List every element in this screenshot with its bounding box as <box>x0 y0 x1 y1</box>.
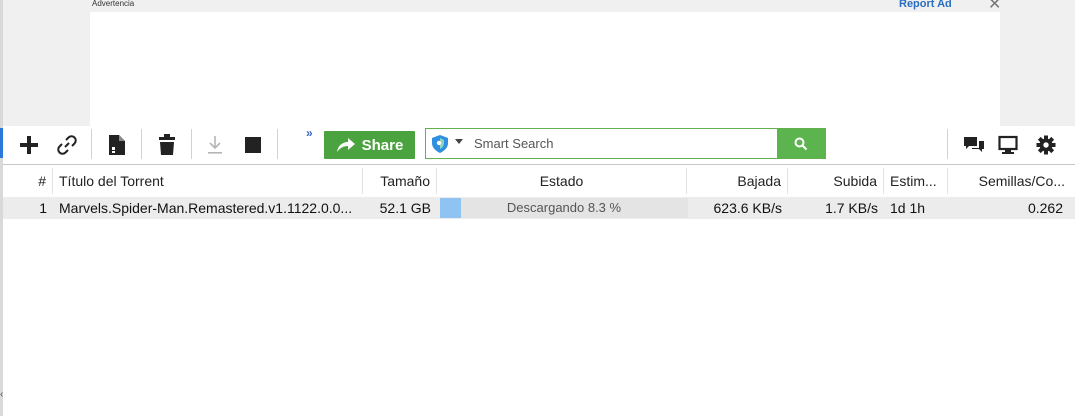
stop-button[interactable] <box>239 132 267 158</box>
settings-button[interactable] <box>1033 132 1059 158</box>
delete-button[interactable] <box>153 132 181 158</box>
share-button[interactable]: Share <box>324 131 415 159</box>
smart-search-box[interactable] <box>425 128 826 159</box>
toolbar-separator <box>141 129 142 159</box>
toolbar-separator <box>191 129 192 159</box>
monitor-icon <box>998 135 1018 154</box>
add-link-button[interactable] <box>53 132 81 158</box>
row-eta: 1d 1h <box>890 200 926 216</box>
chevron-down-icon[interactable] <box>455 139 463 144</box>
toolbar: » Share <box>3 126 1075 165</box>
row-index: 1 <box>39 200 47 216</box>
column-header-status[interactable]: Estado <box>437 168 687 194</box>
column-header-upload[interactable]: Subida <box>788 168 884 194</box>
progress-bar: Descargando 8.3 % <box>440 198 688 218</box>
download-icon <box>208 136 222 154</box>
column-header-size[interactable]: Tamaño <box>363 168 437 194</box>
remote-button[interactable] <box>995 132 1021 158</box>
trash-icon <box>159 134 175 155</box>
column-header-download[interactable]: Bajada <box>687 168 788 194</box>
more-icon[interactable]: » <box>306 126 313 140</box>
row-name: Marvels.Spider-Man.Remastered.v1.1122.0.… <box>59 200 353 216</box>
row-download-speed: 623.6 KB/s <box>713 200 783 216</box>
torrent-table-header: # Título del Torrent Tamaño Estado Bajad… <box>3 168 1075 194</box>
chat-button[interactable] <box>961 132 987 158</box>
add-torrent-button[interactable] <box>15 132 43 158</box>
file-icon <box>109 135 125 155</box>
table-row[interactable]: 1 Marvels.Spider-Man.Remastered.v1.1122.… <box>3 197 1075 219</box>
share-label: Share <box>361 136 404 154</box>
search-icon <box>794 137 808 150</box>
share-arrow-icon <box>336 138 355 152</box>
column-header-index[interactable]: # <box>3 168 53 194</box>
search-input[interactable] <box>474 133 774 153</box>
toolbar-separator <box>947 129 948 159</box>
add-icon <box>20 136 38 154</box>
shield-icon[interactable] <box>431 134 449 154</box>
toolbar-separator <box>277 129 278 159</box>
collapse-chevron-icon[interactable]: ‹ <box>0 389 3 400</box>
column-header-eta[interactable]: Estim... <box>884 168 948 194</box>
chat-icon <box>964 137 984 152</box>
row-upload-speed: 1.7 KB/s <box>825 200 878 216</box>
toolbar-separator <box>91 129 92 159</box>
gear-icon <box>1036 135 1056 155</box>
ad-close-icon[interactable]: ✕ <box>988 0 1001 14</box>
ad-warning-label: Advertencia <box>92 0 135 8</box>
column-header-seeds[interactable]: Semillas/Co... <box>948 168 1071 194</box>
row-size: 52.1 GB <box>379 200 431 216</box>
link-icon <box>57 135 77 155</box>
ad-banner[interactable] <box>90 12 1000 126</box>
create-torrent-button[interactable] <box>103 132 131 158</box>
stop-icon <box>245 137 261 153</box>
row-status: Descargando 8.3 % <box>506 200 622 215</box>
report-ad-link[interactable]: Report Ad <box>899 0 952 10</box>
row-ratio: 0.262 <box>1027 200 1063 216</box>
search-button[interactable] <box>777 129 825 158</box>
column-header-title[interactable]: Título del Torrent <box>53 168 363 194</box>
start-download-button[interactable] <box>201 132 229 158</box>
